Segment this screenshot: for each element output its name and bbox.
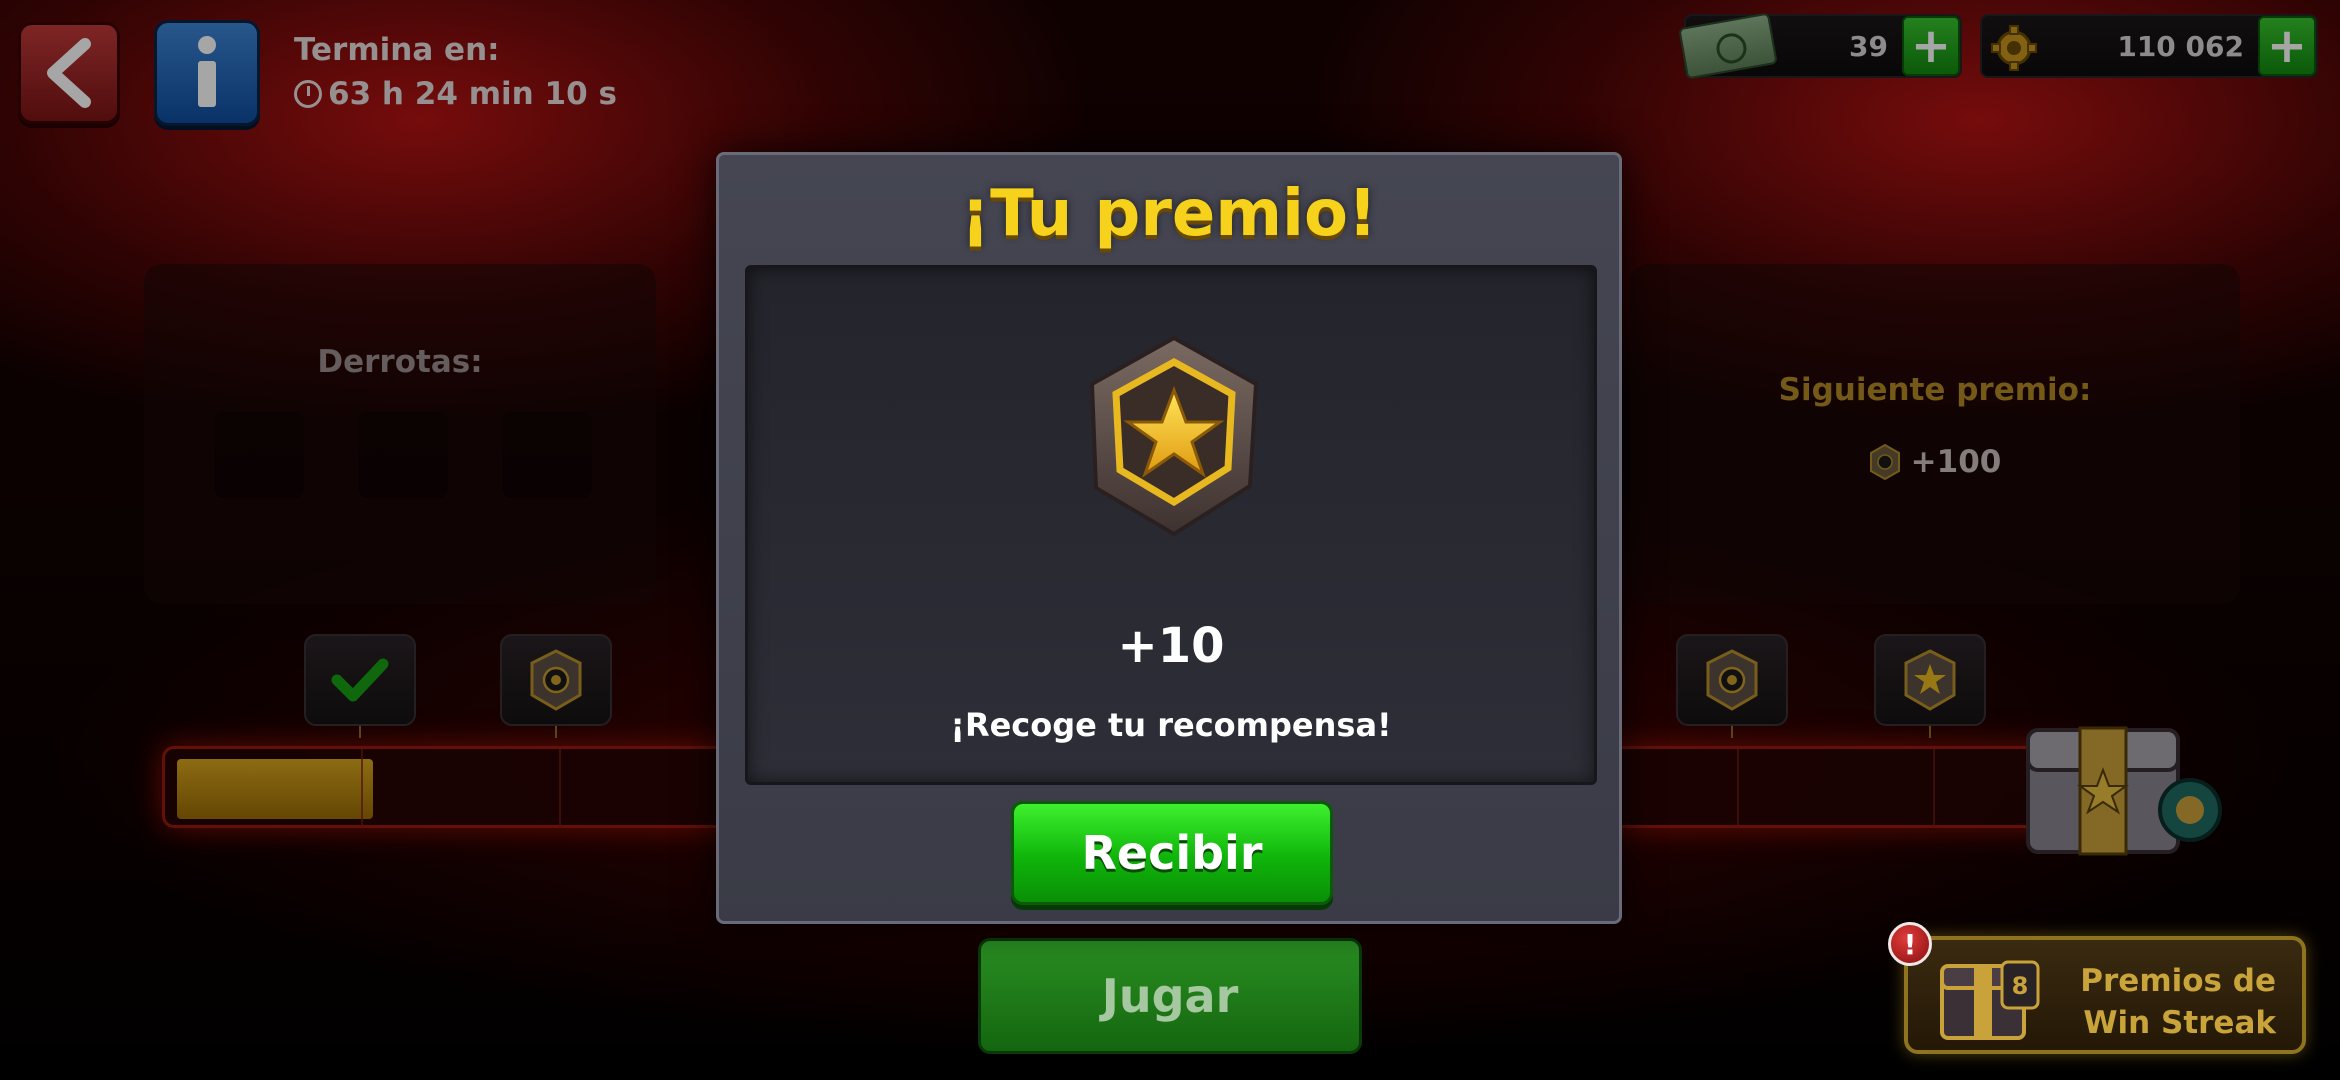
chest-icon: 8	[1940, 960, 2040, 1040]
win-streak-line2: Win Streak	[2083, 1005, 2276, 1041]
receive-button[interactable]: Recibir	[1011, 801, 1333, 905]
dialog-title: ¡Tu premio!	[960, 177, 1378, 251]
win-streak-rewards-button[interactable]: 8 Premios de Win Streak	[1904, 936, 2306, 1054]
alert-badge: !	[1888, 922, 1932, 966]
reward-dialog: ¡Tu premio! +10 ¡Recoge tu recompensa! R…	[716, 152, 1622, 924]
win-streak-label: Premios de Win Streak	[2080, 960, 2276, 1044]
reward-box: +10 ¡Recoge tu recompensa!	[745, 265, 1597, 785]
star-badge-icon	[1089, 335, 1259, 537]
play-button[interactable]: Jugar	[978, 938, 1362, 1054]
reward-amount: +10	[1117, 618, 1225, 674]
svg-text:8: 8	[2012, 972, 2029, 1000]
reward-message: ¡Recoge tu recompensa!	[950, 706, 1392, 744]
win-streak-line1: Premios de	[2080, 963, 2276, 999]
